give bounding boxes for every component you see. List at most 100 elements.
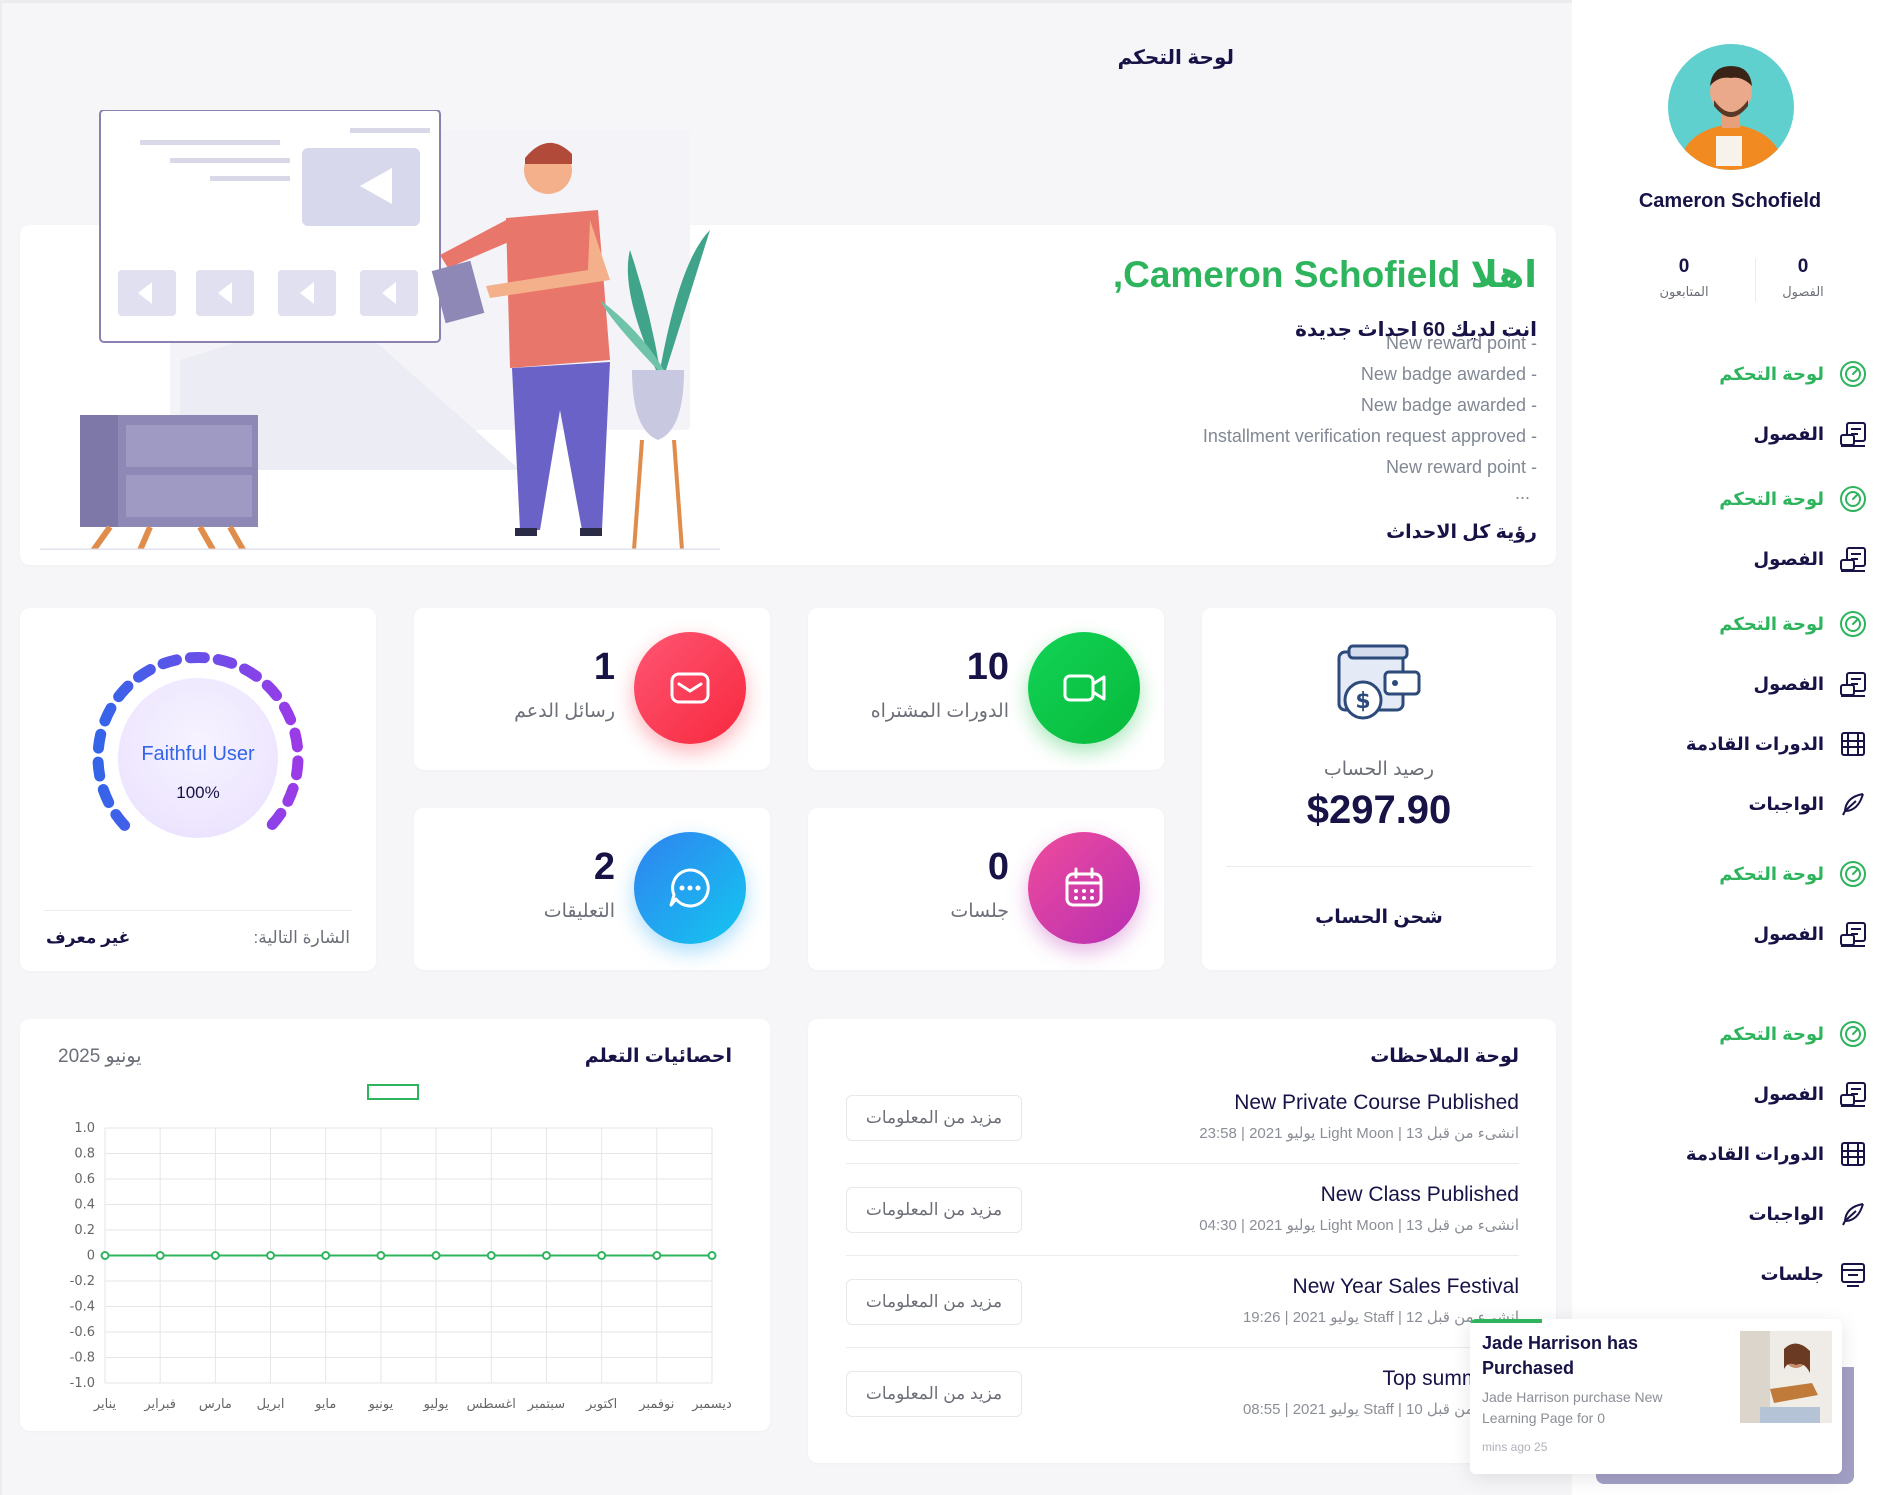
wallet-icon: $: [1337, 644, 1421, 720]
sidebar-item[interactable]: الدورات القادمة: [1686, 724, 1868, 764]
support-circle: [634, 632, 746, 744]
notification-item[interactable]: Installment verification request approve…: [1203, 426, 1537, 447]
x-tick-label: فبراير: [143, 1397, 176, 1412]
data-point[interactable]: [100, 1251, 110, 1260]
purchase-toast[interactable]: Jade Harrison has Purchased Jade Harriso…: [1470, 1319, 1842, 1474]
learning-stats-date[interactable]: يونيو 2025: [58, 1045, 142, 1068]
more-info-button[interactable]: مزيد من المعلومات: [846, 1095, 1022, 1141]
classes-icon: [1838, 1079, 1868, 1109]
sidebar-item[interactable]: الفصول: [1753, 914, 1868, 954]
sidebar-item[interactable]: الواجبات: [1748, 1194, 1868, 1234]
sidebar-item[interactable]: الفصول: [1753, 664, 1868, 704]
y-tick-label: -0.4: [70, 1300, 95, 1315]
sidebar-item[interactable]: الفصول: [1753, 539, 1868, 579]
notification-item[interactable]: New badge awarded -: [1361, 395, 1537, 416]
comments-label: التعليقات: [543, 901, 615, 922]
data-point[interactable]: [541, 1251, 551, 1260]
note-title[interactable]: New Class Published: [1321, 1183, 1519, 1207]
notification-item[interactable]: New reward point -: [1386, 333, 1537, 354]
sidebar: Cameron Schofield 0 الفصول 0 المتابعون ل…: [1572, 0, 1888, 1495]
sidebar-item[interactable]: لوحة التحكم: [1719, 1014, 1868, 1054]
legend-swatch[interactable]: [367, 1084, 419, 1100]
data-point[interactable]: [597, 1251, 607, 1260]
sidebar-item-label: الواجبات: [1748, 1203, 1824, 1224]
toast-time: mins ago 25: [1482, 1440, 1548, 1454]
data-point[interactable]: [266, 1251, 276, 1260]
film-icon: [1838, 729, 1868, 759]
data-point[interactable]: [652, 1251, 662, 1260]
x-tick-label: نوفمبر: [638, 1397, 674, 1412]
data-point[interactable]: [155, 1251, 165, 1260]
y-tick-label: 0.6: [74, 1172, 95, 1187]
data-point[interactable]: [210, 1251, 220, 1260]
balance-label: رصيد الحساب: [1323, 759, 1435, 780]
courses-count: 10: [966, 646, 1009, 688]
stat-card-comments[interactable]: 2 التعليقات: [414, 808, 770, 970]
sidebar-item[interactable]: لوحة التحكم: [1719, 479, 1868, 519]
x-tick-label: ابريل: [257, 1397, 285, 1412]
sidebar-item-label: لوحة التحكم: [1719, 863, 1824, 884]
x-tick-label: يوليو: [423, 1397, 449, 1412]
sidebar-item-label: لوحة التحكم: [1719, 613, 1824, 634]
x-tick-label: سبتمبر: [527, 1397, 565, 1412]
x-tick-label: ديسمبر: [691, 1397, 732, 1412]
greeting-title: اهلا Cameron Schofield,: [1112, 254, 1537, 295]
sessions-icon: [1838, 1259, 1868, 1289]
comments-circle: [634, 832, 746, 944]
data-point[interactable]: [707, 1251, 717, 1260]
stat-card-sessions[interactable]: 0 جلسات: [808, 808, 1164, 970]
more-info-button[interactable]: مزيد من المعلومات: [846, 1187, 1022, 1233]
toast-title: Jade Harrison has Purchased: [1482, 1333, 1639, 1378]
stat-card-courses[interactable]: 10 الدورات المشتراه: [808, 608, 1164, 770]
y-tick-label: 0.2: [74, 1223, 95, 1238]
sidebar-item-label: الدورات القادمة: [1685, 1143, 1824, 1164]
stat-card-support[interactable]: 1 رسائل الدعم: [414, 608, 770, 770]
sidebar-item[interactable]: لوحة التحكم: [1719, 604, 1868, 644]
sidebar-item[interactable]: لوحة التحكم: [1719, 354, 1868, 394]
sidebar-item-label: لوحة التحكم: [1719, 363, 1824, 384]
noticeboard-title: لوحة الملاحظات: [1370, 1046, 1519, 1067]
note-title[interactable]: New Private Course Published: [1234, 1091, 1519, 1115]
sidebar-item[interactable]: الفصول: [1753, 1074, 1868, 1114]
data-point[interactable]: [376, 1251, 386, 1260]
more-info-button[interactable]: مزيد من المعلومات: [846, 1279, 1022, 1325]
envelope-icon: [670, 672, 710, 704]
video-camera-icon: [1063, 674, 1106, 702]
balance-card: $ رصيد الحساب $297.90 شحن الحساب: [1202, 608, 1556, 970]
dashboard-icon: [1838, 859, 1868, 889]
x-tick-label: مارس: [199, 1397, 232, 1412]
view-all-events-link[interactable]: رؤية كل الاحداث: [1386, 521, 1537, 544]
welcome-card: اهلا Cameron Schofield, انت لديك 60 احدا…: [20, 110, 1556, 565]
sidebar-item-label: الدورات القادمة: [1685, 733, 1824, 754]
more-info-button[interactable]: مزيد من المعلومات: [846, 1371, 1022, 1417]
sidebar-item[interactable]: الفصول: [1753, 414, 1868, 454]
badge-name: Faithful User: [141, 743, 255, 765]
data-point[interactable]: [486, 1251, 496, 1260]
sidebar-item[interactable]: الدورات القادمة: [1686, 1134, 1868, 1174]
sidebar-item-label: الفصول: [1753, 548, 1824, 569]
charge-account-button[interactable]: شحن الحساب: [1202, 906, 1556, 929]
dashboard-icon: [1838, 1019, 1868, 1049]
sessions-count: 0: [987, 846, 1009, 888]
sidebar-item[interactable]: الواجبات: [1748, 784, 1868, 824]
data-point[interactable]: [431, 1251, 441, 1260]
note-meta: انشىء من قبل Light Moon | 13 يوليو 2021 …: [1199, 1217, 1519, 1234]
notification-item[interactable]: New badge awarded -: [1361, 364, 1537, 385]
notification-ellipsis: ...: [1514, 483, 1530, 503]
support-label: رسائل الدعم: [514, 701, 615, 722]
calendar-icon: [1065, 867, 1103, 907]
data-point[interactable]: [321, 1251, 331, 1260]
toast-body: Jade Harrison purchase New Learning Page…: [1482, 1389, 1663, 1426]
next-badge-value: غير معرف: [46, 928, 131, 947]
sidebar-item-label: الفصول: [1753, 673, 1824, 694]
classes-icon: [1838, 919, 1868, 949]
notification-item[interactable]: New reward point -: [1386, 457, 1537, 478]
sidebar-item[interactable]: لوحة التحكم: [1719, 854, 1868, 894]
courses-label: الدورات المشتراه: [870, 701, 1009, 722]
note-title[interactable]: New Year Sales Festival: [1293, 1275, 1519, 1299]
toast-thumbnail: [1740, 1331, 1832, 1423]
sidebar-item-label: لوحة التحكم: [1719, 488, 1824, 509]
y-tick-label: 0: [87, 1249, 95, 1264]
comments-count: 2: [593, 846, 615, 888]
sidebar-item[interactable]: جلسات: [1761, 1254, 1868, 1294]
